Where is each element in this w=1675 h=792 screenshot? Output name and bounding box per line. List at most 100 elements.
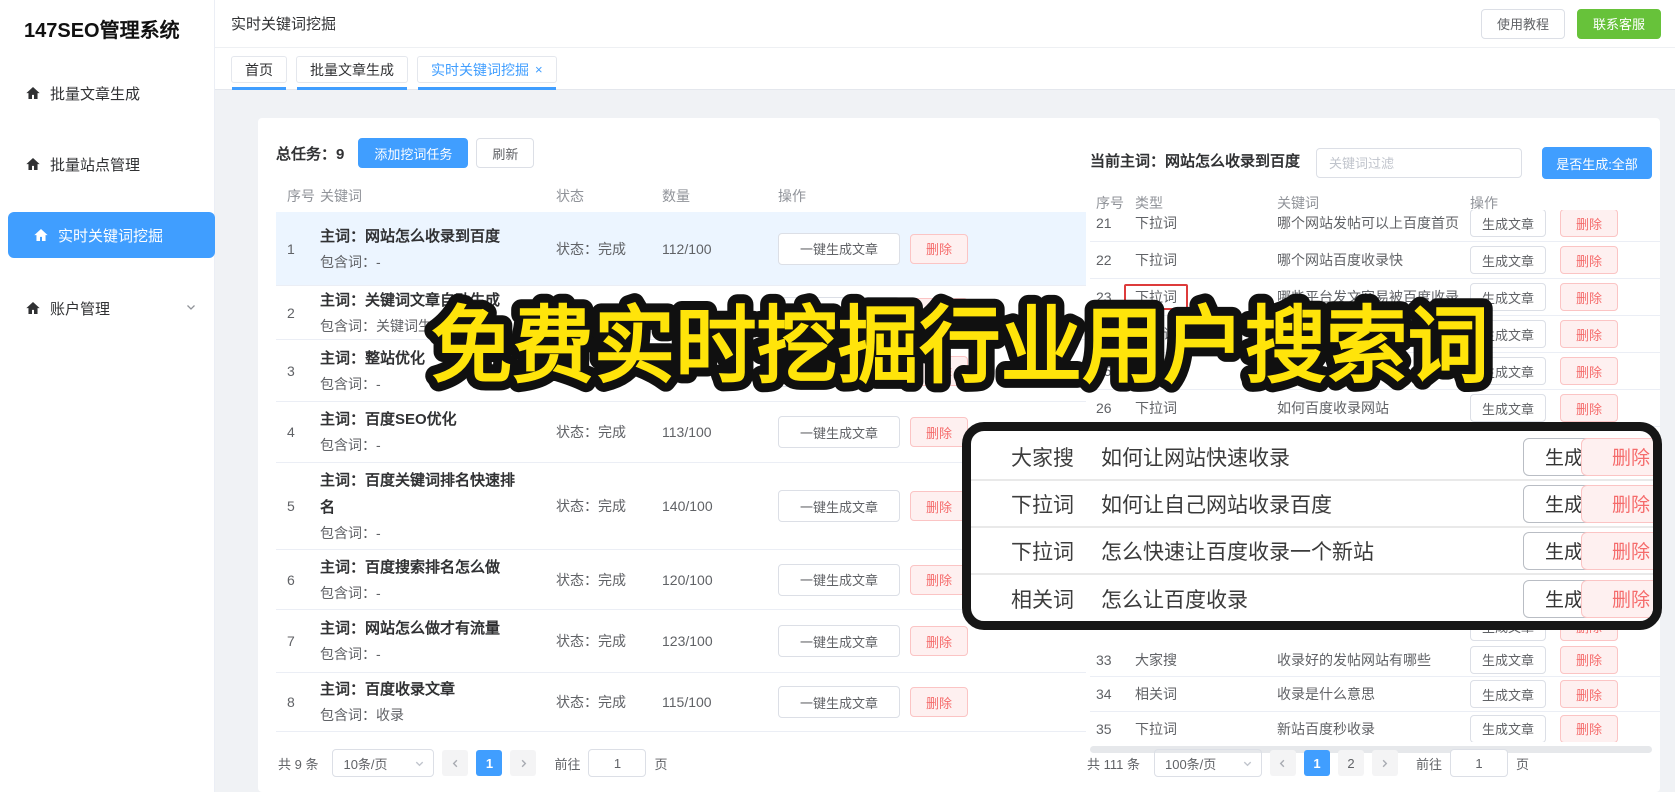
add-task-button[interactable]: 添加挖词任务	[358, 138, 469, 168]
goto-page-input[interactable]	[1450, 749, 1508, 777]
delete-button[interactable]: 删除	[910, 233, 968, 264]
goto-label: 前往	[1415, 756, 1442, 772]
row-type: 相关词	[1011, 588, 1074, 612]
generate-article-button[interactable]: 一键生成文章	[778, 232, 900, 265]
generate-article-button[interactable]: 生成文章	[1470, 394, 1546, 422]
row-include: 包含词：收录	[320, 707, 404, 723]
sidebar-item-batch-site[interactable]: 批量站点管理	[0, 142, 215, 186]
generate-article-button[interactable]: 生成文章	[1470, 210, 1546, 237]
generate-article-button[interactable]: 生成文章	[1470, 714, 1546, 742]
generate-article-button[interactable]: 生成文章	[1470, 357, 1546, 385]
generate-article-button[interactable]: 生成文章	[1470, 246, 1546, 274]
row-main-keyword: 主词：关键词文章自动生成	[320, 291, 501, 309]
tab-batch-article[interactable]: 批量文章生成	[296, 56, 408, 90]
sidebar: 147SEO管理系统 批量文章生成 批量站点管理 实时关键词挖掘 账户管理	[0, 0, 215, 792]
delete-button[interactable]: 删除	[910, 626, 968, 656]
generate-article-button[interactable]: 生成文章	[1470, 680, 1546, 708]
close-icon[interactable]: ×	[535, 62, 543, 77]
delete-button[interactable]: 删除	[1560, 357, 1618, 385]
sidebar-item-account[interactable]: 账户管理	[0, 286, 215, 330]
generate-article-button[interactable]: 生成文章	[1470, 320, 1546, 348]
partially-hidden-row: 生成文章 删除	[1090, 630, 1660, 643]
page-button-2[interactable]: 2	[1337, 750, 1364, 776]
generate-article-button[interactable]: 生成文章	[1470, 283, 1546, 311]
sidebar-item-realtime-keyword[interactable]: 实时关键词挖掘	[8, 212, 215, 258]
delete-button[interactable]: 删除	[1560, 283, 1618, 311]
delete-button[interactable]: 删除	[1560, 394, 1618, 422]
row-keyword: 如何让自己网站收录百度	[1101, 493, 1332, 517]
contact-support-button[interactable]: 联系客服	[1576, 8, 1661, 39]
tab-realtime-keyword[interactable]: 实时关键词挖掘 ×	[417, 56, 557, 90]
row-no: 22	[1096, 252, 1112, 268]
refresh-button[interactable]: 刷新	[476, 138, 535, 168]
row-status: 状态：完成	[556, 633, 626, 649]
delete-button[interactable]: 删除	[1560, 714, 1618, 742]
generate-article-button[interactable]: 一键生成文章	[778, 296, 900, 329]
col-actions: 操作	[778, 188, 806, 204]
delete-button[interactable]: 删除	[1560, 680, 1618, 708]
callout-row: 大家搜 如何让网站快速收录 生成文章 删除	[971, 434, 1653, 481]
row-keyword: 哪个网站百度收录快	[1277, 252, 1403, 268]
generate-article-button[interactable]: 一键生成文章	[778, 490, 900, 522]
left-table-header: 序号 关键词 状态 数量 操作	[276, 180, 1086, 212]
table-row: 21 下拉词 哪个网站发帖可以上百度首页 生成文章 删除	[1090, 210, 1660, 242]
row-include: 包含词：-	[320, 375, 381, 392]
delete-button[interactable]: 删除	[910, 355, 968, 386]
generate-filter-button[interactable]: 是否生成:全部	[1542, 147, 1652, 179]
generate-article-button[interactable]: 生成文章	[1470, 630, 1546, 641]
row-keyword: 收录是什么意思	[1277, 686, 1375, 702]
generate-article-button[interactable]: 生成文章	[1470, 645, 1546, 674]
keyword-filter-field	[1316, 148, 1522, 178]
delete-button[interactable]: 删除	[910, 687, 968, 717]
generate-article-button[interactable]: 一键生成文章	[778, 563, 900, 596]
delete-button[interactable]: 删除	[1560, 645, 1618, 674]
row-main-keyword: 主词：网站怎么做才有流量	[320, 620, 501, 637]
row-keyword: 收录好的发帖网站有哪些	[1277, 651, 1431, 668]
home-icon	[26, 158, 40, 170]
next-page-button[interactable]	[510, 750, 537, 776]
next-page-button[interactable]	[1371, 750, 1398, 776]
prev-page-button[interactable]	[442, 750, 469, 776]
row-type: 下拉词	[1135, 326, 1177, 342]
generate-article-button[interactable]: 一键生成文章	[778, 354, 900, 387]
delete-button[interactable]: 删除	[1560, 246, 1618, 274]
generate-article-button[interactable]: 一键生成文章	[778, 416, 900, 448]
callout-row: 下拉词 如何让自己网站收录百度 生成文章 删除	[971, 481, 1653, 528]
generate-article-button[interactable]: 一键生成文章	[778, 686, 900, 718]
keyword-filter-input[interactable]	[1317, 155, 1513, 171]
page-size-select[interactable]: 10条/页	[332, 749, 435, 777]
row-no: 3	[287, 362, 295, 379]
delete-button[interactable]: 删除	[1560, 210, 1618, 237]
row-status: 状态：完成	[556, 498, 626, 514]
table-row: 25 大家搜 生成文章 删除	[1090, 353, 1660, 390]
tutorial-button[interactable]: 使用教程	[1480, 8, 1565, 39]
delete-button[interactable]: 删除	[1560, 320, 1618, 348]
table-row: 22 下拉词 哪个网站百度收录快 生成文章 删除	[1090, 242, 1660, 279]
delete-button[interactable]: 删除	[910, 297, 968, 328]
row-include: 包含词：-	[320, 524, 381, 541]
delete-button[interactable]: 删除	[910, 564, 968, 595]
prev-page-button[interactable]	[1269, 750, 1296, 776]
goto-page-input[interactable]	[588, 749, 647, 777]
page-button-1[interactable]: 1	[1303, 750, 1330, 776]
generate-article-button[interactable]: 一键生成文章	[778, 625, 900, 657]
delete-button[interactable]: 删除	[910, 417, 968, 447]
table-row: 8 主词：百度收录文章 包含词：收录 状态：完成 115/100 一键生成文章 删除	[276, 673, 1086, 732]
current-main-keyword: 当前主词：网站怎么收录到百度	[1090, 153, 1301, 170]
delete-button[interactable]: 删除	[910, 491, 968, 521]
chevron-down-icon	[1243, 761, 1252, 766]
pagination-total: 共 111 条	[1087, 756, 1140, 772]
delete-button[interactable]: 删除	[1560, 630, 1618, 641]
table-row: 1 主词：网站怎么收录到百度 包含词：- 状态：完成 112/100 一键生成文章…	[276, 212, 1086, 286]
page-size-select[interactable]: 100条/页	[1153, 749, 1262, 777]
table-row: 23 下拉词 哪些平台发文容易被百度收录 生成文章 删除	[1090, 279, 1660, 316]
page-button-1[interactable]: 1	[476, 750, 503, 776]
table-row: 35 下拉词 新站百度秒收录 生成文章 删除	[1090, 712, 1660, 742]
home-icon	[26, 302, 40, 314]
sidebar-item-batch-article[interactable]: 批量文章生成	[0, 71, 215, 115]
page-size-value: 10条/页	[343, 756, 388, 772]
row-type: 大家搜	[1135, 363, 1177, 379]
tab-home[interactable]: 首页	[231, 56, 287, 90]
row-no: 2	[287, 304, 295, 321]
row-status: 状态：完成	[556, 571, 626, 588]
